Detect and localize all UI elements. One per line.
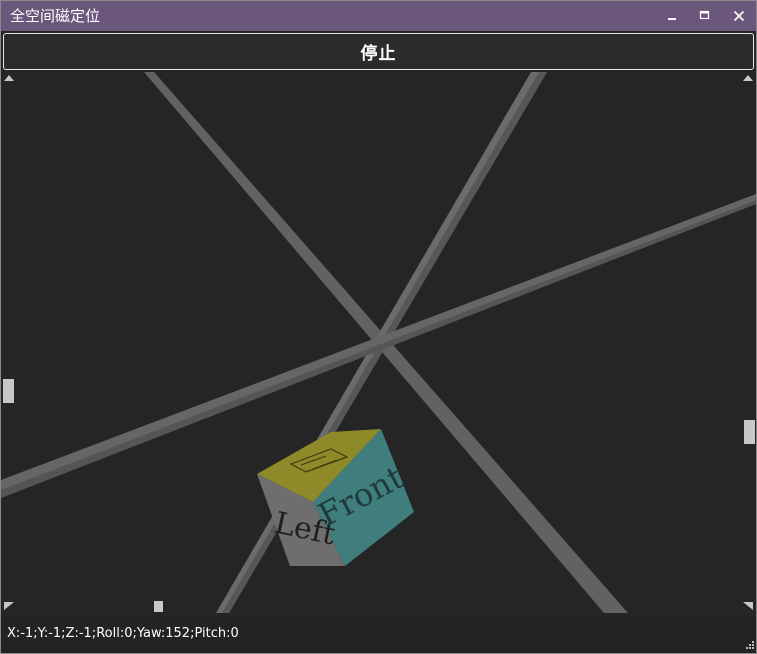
app-window: 全空间磁定位 停止 Left Front X:-1;Y:-1;Z:-1;Roll… bbox=[0, 0, 757, 654]
minimize-button[interactable] bbox=[659, 5, 685, 27]
arrow-up-icon[interactable] bbox=[3, 74, 15, 82]
arrow-down-right-icon[interactable] bbox=[742, 601, 754, 611]
left-slider-handle[interactable] bbox=[3, 379, 14, 403]
minimize-icon bbox=[668, 18, 676, 20]
arrow-up-icon[interactable] bbox=[742, 74, 754, 82]
resize-grip-icon[interactable] bbox=[744, 641, 754, 651]
3d-viewport[interactable]: Left Front bbox=[1, 72, 756, 613]
bottom-slider-handle[interactable] bbox=[154, 601, 163, 612]
maximize-icon bbox=[699, 10, 710, 20]
right-slider-handle[interactable] bbox=[744, 420, 755, 444]
orientation-cube: Left Front bbox=[257, 429, 414, 566]
window-title: 全空间磁定位 bbox=[10, 7, 101, 25]
close-button[interactable] bbox=[726, 5, 752, 27]
coordinate-readout: X:-1;Y:-1;Z:-1;Roll:0;Yaw:152;Pitch:0 bbox=[7, 626, 239, 641]
status-bar: X:-1;Y:-1;Z:-1;Roll:0;Yaw:152;Pitch:0 bbox=[1, 616, 756, 653]
close-icon bbox=[733, 10, 745, 22]
title-bar[interactable]: 全空间磁定位 bbox=[1, 1, 756, 31]
arrow-down-left-icon[interactable] bbox=[3, 601, 15, 611]
stop-button[interactable]: 停止 bbox=[3, 33, 754, 70]
maximize-button[interactable] bbox=[692, 5, 718, 27]
scene-canvas: Left Front bbox=[1, 72, 756, 613]
